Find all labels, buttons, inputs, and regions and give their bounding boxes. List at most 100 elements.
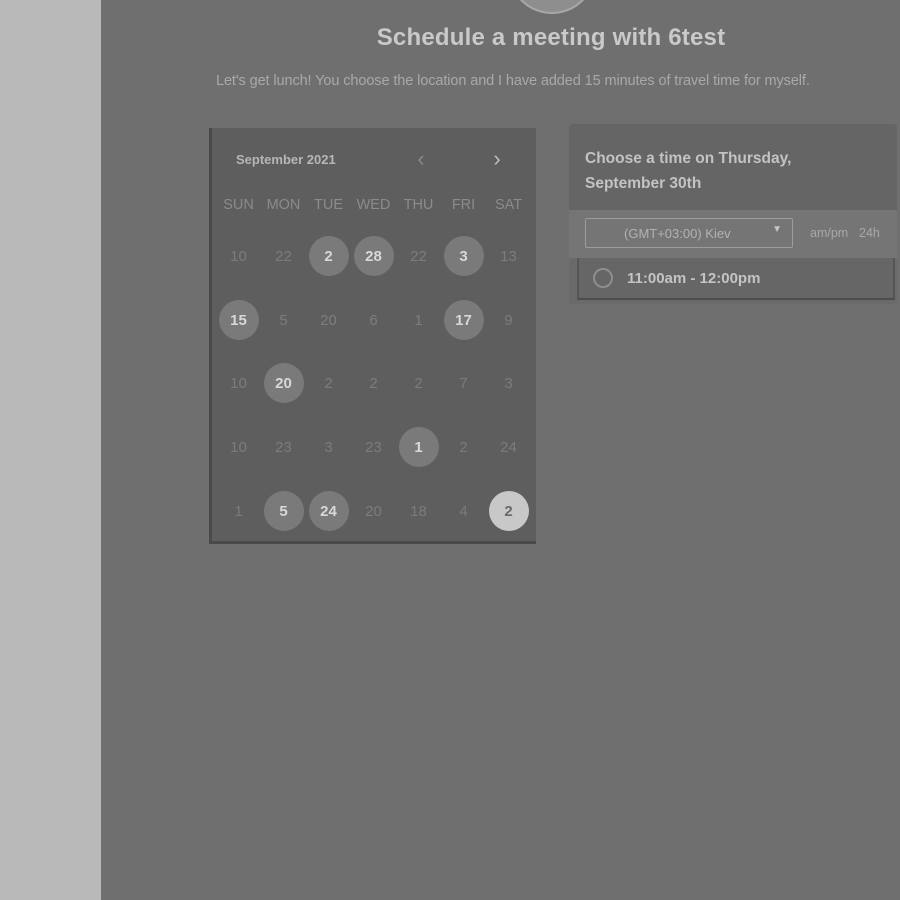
calendar-cell: 2	[441, 425, 486, 469]
calendar-cell: 2	[351, 361, 396, 405]
calendar-day: 13	[500, 247, 517, 265]
calendar-cell: 13	[486, 234, 531, 278]
calendar-day: 10	[230, 438, 247, 456]
calendar-cell: 1	[396, 425, 441, 469]
calendar-cell: 20	[261, 361, 306, 405]
left-sidebar	[0, 0, 101, 900]
weekday-header: SUN MON TUE WED THU FRI SAT	[216, 197, 532, 217]
calendar-day-available[interactable]: 2	[308, 236, 349, 276]
calendar-week: 10 22 2 28 22 3 13	[216, 234, 532, 278]
calendar-day: 2	[459, 438, 468, 456]
calendar-day: 10	[230, 247, 247, 265]
calendar-cell: 1	[216, 489, 261, 533]
calendar-day: 2	[369, 374, 378, 392]
calendar-day-selected[interactable]: 2	[488, 491, 529, 531]
calendar-cell: 3	[306, 425, 351, 469]
time-picker-panel: Choose a time on Thursday, September 30t…	[569, 124, 897, 304]
timezone-value: (GMT+03:00) Kiev	[624, 226, 731, 241]
calendar-day: 3	[324, 438, 333, 456]
calendar-day: 9	[504, 311, 513, 329]
calendar-day-available[interactable]: 28	[353, 236, 394, 276]
calendar-cell: 5	[261, 298, 306, 342]
time-slot[interactable]: 11:00am - 12:00pm	[577, 258, 895, 300]
calendar-day: 22	[410, 247, 427, 265]
calendar-month-label: September 2021	[236, 152, 336, 167]
calendar-day: 1	[414, 311, 423, 329]
calendar-day: 4	[459, 502, 468, 520]
calendar-cell: 22	[396, 234, 441, 278]
calendar-day-available[interactable]: 1	[398, 427, 439, 467]
radio-icon[interactable]	[593, 268, 613, 288]
weekday-label: SAT	[494, 197, 523, 213]
calendar: September 2021 ‹ › SUN MON TUE WED THU F…	[209, 128, 536, 544]
calendar-day: 20	[320, 311, 337, 329]
calendar-cell: 23	[261, 425, 306, 469]
calendar-cell: 4	[441, 489, 486, 533]
calendar-day-available[interactable]: 17	[443, 300, 484, 340]
calendar-day: 10	[230, 374, 247, 392]
calendar-cell: 20	[351, 489, 396, 533]
caret-down-icon: ▼	[772, 224, 782, 235]
calendar-cell: 24	[306, 489, 351, 533]
weekday-label: THU	[403, 197, 434, 213]
time-panel-title: Choose a time on Thursday, September 30t…	[585, 150, 792, 192]
calendar-day-available[interactable]: 24	[308, 491, 349, 531]
calendar-day: 22	[275, 247, 292, 265]
calendar-cell: 24	[486, 425, 531, 469]
page-title: Schedule a meeting with 6test	[376, 24, 726, 51]
format-ampm-toggle[interactable]: am/pm	[810, 226, 848, 240]
calendar-day: 20	[365, 502, 382, 520]
calendar-day: 23	[275, 438, 292, 456]
calendar-day: 6	[369, 311, 378, 329]
calendar-cell: 10	[216, 234, 261, 278]
calendar-week: 1 5 24 20 18 4 2	[216, 489, 532, 533]
calendar-day: 1	[234, 502, 243, 520]
calendar-week: 10 20 2 2 2 7 3	[216, 361, 532, 405]
calendar-week: 10 23 3 23 1 2 24	[216, 425, 532, 469]
calendar-week: 15 5 20 6 1 17 9	[216, 298, 532, 342]
calendar-cell: 1	[396, 298, 441, 342]
chevron-left-icon[interactable]: ‹	[408, 146, 434, 172]
timezone-row: (GMT+03:00) Kiev ▼ am/pm 24h	[569, 210, 897, 258]
calendar-cell: 22	[261, 234, 306, 278]
calendar-cell: 2	[306, 361, 351, 405]
calendar-day: 18	[410, 502, 427, 520]
calendar-cell: 10	[216, 361, 261, 405]
calendar-cell: 6	[351, 298, 396, 342]
calendar-day-available[interactable]: 15	[218, 300, 259, 340]
calendar-day-available[interactable]: 20	[263, 363, 304, 403]
calendar-day: 2	[324, 374, 333, 392]
calendar-cell: 20	[306, 298, 351, 342]
timezone-select[interactable]: (GMT+03:00) Kiev ▼	[585, 218, 793, 248]
calendar-cell: 17	[441, 298, 486, 342]
calendar-day-available[interactable]: 3	[443, 236, 484, 276]
weekday-label: WED	[356, 197, 391, 213]
weekday-label: MON	[266, 197, 301, 213]
time-slot-label: 11:00am - 12:00pm	[627, 270, 761, 287]
avatar	[508, 0, 596, 14]
calendar-cell: 23	[351, 425, 396, 469]
calendar-cell: 3	[441, 234, 486, 278]
page-subtitle: Let's get lunch! You choose the location…	[216, 73, 810, 89]
weekday-label: FRI	[451, 197, 476, 213]
calendar-day: 23	[365, 438, 382, 456]
calendar-day: 2	[414, 374, 423, 392]
weekday-label: SUN	[223, 197, 254, 213]
calendar-cell: 5	[261, 489, 306, 533]
calendar-cell: 2	[306, 234, 351, 278]
calendar-cell: 2	[486, 489, 531, 533]
calendar-day: 3	[504, 374, 513, 392]
calendar-cell: 15	[216, 298, 261, 342]
time-panel-header: Choose a time on Thursday, September 30t…	[569, 124, 897, 210]
calendar-cell: 9	[486, 298, 531, 342]
weekday-label: TUE	[314, 197, 343, 213]
chevron-right-icon[interactable]: ›	[484, 146, 510, 172]
calendar-cell: 3	[486, 361, 531, 405]
calendar-day: 24	[500, 438, 517, 456]
calendar-cell: 2	[396, 361, 441, 405]
calendar-cell: 7	[441, 361, 486, 405]
format-24h-toggle[interactable]: 24h	[859, 226, 880, 240]
calendar-cell: 28	[351, 234, 396, 278]
calendar-day: 5	[279, 311, 288, 329]
calendar-day-available[interactable]: 5	[263, 491, 304, 531]
